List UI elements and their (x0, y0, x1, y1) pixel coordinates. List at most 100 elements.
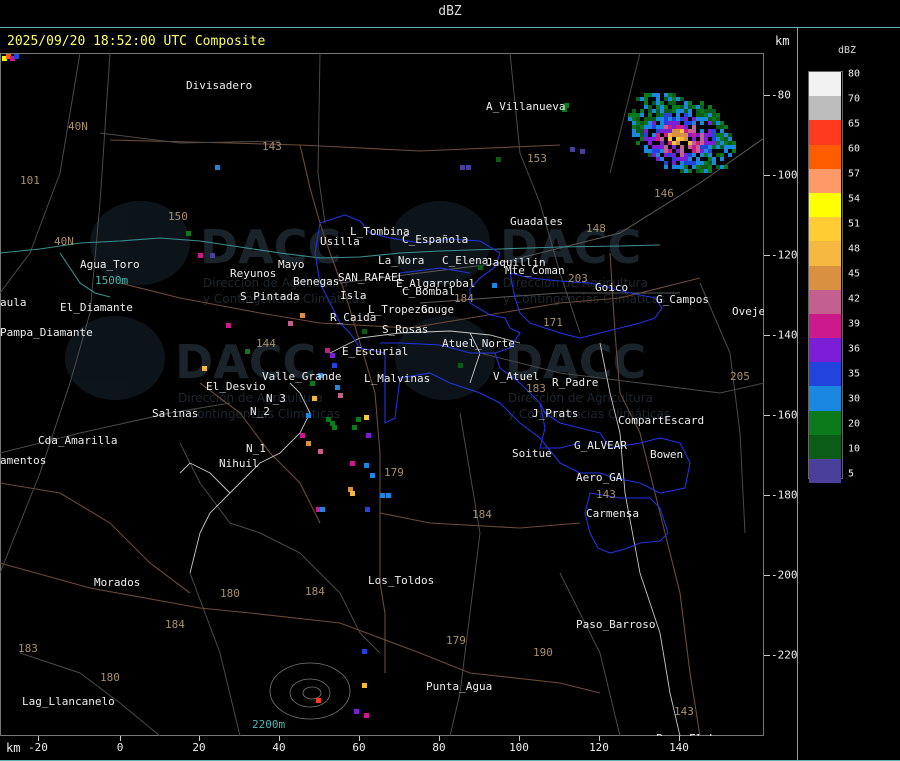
echo-pixel (664, 145, 668, 149)
echo-pixel (728, 145, 732, 149)
echo-pixel (366, 433, 371, 438)
echo-pixel (708, 113, 712, 117)
echo-pixel (636, 117, 640, 121)
echo-pixel (644, 137, 648, 141)
echo-pixel (680, 169, 684, 173)
echo-pixel (664, 125, 668, 129)
radar-map[interactable]: DACCDirección de Agriculturay Contingenc… (0, 53, 764, 736)
echo-pixel (660, 145, 664, 149)
place-label: Los_Toldos (368, 574, 434, 587)
place-label: G_ALVEAR (574, 439, 627, 452)
echo-pixel (652, 153, 656, 157)
legend-swatch (809, 265, 841, 290)
place-label: CompartEscard (618, 414, 704, 427)
place-label: J_Prats (532, 407, 578, 420)
echo-pixel (704, 141, 708, 145)
legend-swatch (809, 241, 841, 266)
echo-pixel (712, 157, 716, 161)
legend-swatch (809, 168, 841, 193)
echo-pixel (648, 93, 652, 97)
echo-pixel (684, 125, 688, 129)
echo-pixel (656, 129, 660, 133)
echo-pixel (712, 145, 716, 149)
echo-pixel (354, 709, 359, 714)
place-label: Isla (340, 289, 367, 302)
place-label: Cda_Amarilla (38, 434, 117, 447)
echo-pixel (660, 149, 664, 153)
place-label: E_Escurial (342, 345, 408, 358)
echo-pixel (664, 109, 668, 113)
echo-pixel (644, 121, 648, 125)
y-tick-mark (764, 335, 770, 336)
place-label: S_Rosas (382, 323, 428, 336)
echo-pixel (668, 141, 672, 145)
echo-pixel (708, 153, 712, 157)
echo-pixel (720, 145, 724, 149)
legend-value: 39 (848, 318, 861, 330)
echo-pixel (632, 129, 636, 133)
y-tick-mark (764, 175, 770, 176)
place-label: Lag_Llancanelo (22, 695, 115, 708)
echo-pixel (672, 109, 676, 113)
echo-pixel (672, 125, 676, 129)
x-tick-label: 80 (432, 741, 446, 754)
route-number: 184 (165, 618, 185, 631)
legend-value: 20 (848, 418, 861, 430)
legend-swatch (809, 362, 841, 387)
echo-pixel (688, 145, 692, 149)
echo-pixel (700, 121, 704, 125)
echo-pixel (692, 141, 696, 145)
echo-pixel (364, 713, 369, 718)
place-label: El_Diamante (60, 301, 133, 314)
echo-pixel (350, 491, 355, 496)
echo-pixel (692, 137, 696, 141)
echo-pixel (636, 97, 640, 101)
x-tick-label: 0 (116, 741, 124, 754)
echo-pixel (700, 109, 704, 113)
y-tick-mark (764, 415, 770, 416)
legend-value: 5 (848, 468, 855, 480)
echo-pixel (728, 153, 732, 157)
echo-pixel (636, 121, 640, 125)
echo-pixel (696, 149, 700, 153)
echo-pixel (696, 169, 700, 173)
echo-pixel (664, 161, 668, 165)
echo-pixel (724, 145, 728, 149)
echo-pixel (696, 161, 700, 165)
place-label: R_Caida (330, 311, 376, 324)
echo-pixel (672, 117, 676, 121)
y-tick-label: -220 (771, 648, 798, 662)
echo-pixel (672, 141, 676, 145)
echo-pixel (636, 133, 640, 137)
echo-pixel (660, 117, 664, 121)
echo-pixel (660, 141, 664, 145)
echo-pixel (656, 93, 660, 97)
echo-pixel (312, 396, 317, 401)
echo-pixel (656, 109, 660, 113)
echo-pixel (700, 117, 704, 121)
echo-pixel (676, 109, 680, 113)
echo-pixel (664, 113, 668, 117)
echo-pixel (644, 97, 648, 101)
echo-pixel (680, 165, 684, 169)
echo-pixel (716, 117, 720, 121)
echo-pixel (672, 129, 676, 133)
place-label: Pampa_Diamante (0, 326, 93, 339)
place-label: amentos (0, 454, 46, 467)
place-label: Mayo (278, 258, 305, 271)
echo-pixel (716, 125, 720, 129)
echo-pixel (648, 105, 652, 109)
echo-pixel (648, 113, 652, 117)
echo-pixel (652, 133, 656, 137)
legend-value: 10 (848, 443, 861, 455)
echo-pixel (656, 117, 660, 121)
echo-pixel (680, 149, 684, 153)
echo-pixel (356, 417, 361, 422)
place-label: SAN_RAFAEL (338, 271, 405, 284)
echo-pixel (386, 493, 391, 498)
legend-value: 45 (848, 268, 861, 280)
place-label: N_2 (250, 405, 270, 418)
echo-pixel (708, 121, 712, 125)
echo-pixel (676, 121, 680, 125)
echo-pixel (684, 105, 688, 109)
